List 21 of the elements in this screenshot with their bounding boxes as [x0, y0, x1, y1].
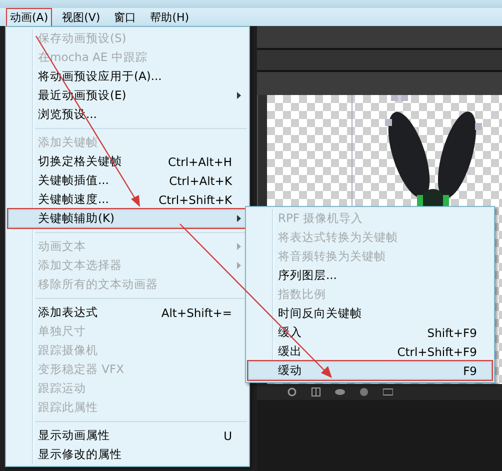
menu-title[interactable]: 视图(V)	[58, 8, 104, 26]
menu-item[interactable]: 时间反向关键帧	[248, 304, 492, 323]
menu-title[interactable]: 动画(A)	[6, 8, 52, 26]
menu-item[interactable]: 显示动画属性 U	[8, 426, 247, 445]
submenu-arrow-icon	[237, 262, 241, 269]
menu-item[interactable]: 缓出 Ctrl+Shift+F9	[248, 342, 492, 361]
menu-item[interactable]: 序列图层...	[248, 266, 492, 285]
menu-item[interactable]: 添加表达式 Alt+Shift+=	[8, 303, 247, 322]
circle-icon[interactable]	[359, 387, 369, 397]
submenu-arrow-icon	[237, 215, 241, 222]
menu-title[interactable]: 帮助(H)	[146, 8, 194, 26]
menu-item[interactable]: 显示修改的属性	[8, 445, 247, 464]
film-icon[interactable]	[383, 387, 393, 397]
menu-item[interactable]: 关键帧辅助(K)	[8, 209, 247, 228]
menu-item[interactable]: 缓动 F9	[248, 361, 492, 380]
menu-item[interactable]: 关键帧速度... Ctrl+Shift+K	[8, 190, 247, 209]
submenu-arrow-icon	[237, 243, 241, 250]
grid-icon[interactable]	[311, 387, 321, 397]
menu-item[interactable]: 关键帧插值... Ctrl+Alt+K	[8, 171, 247, 190]
submenu-arrow-icon	[237, 92, 241, 99]
menu-title[interactable]: 窗口	[110, 8, 140, 26]
